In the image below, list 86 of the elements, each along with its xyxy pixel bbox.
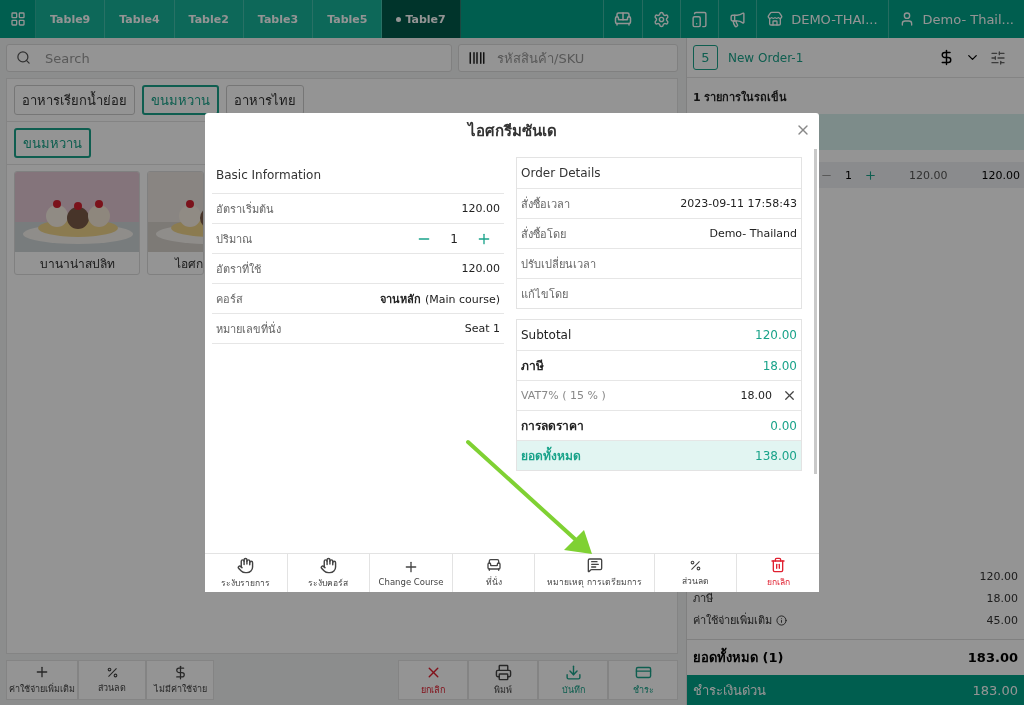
totals-label: ภาษี	[521, 358, 544, 375]
section-title: Order Details	[521, 166, 601, 180]
barcode-icon	[468, 49, 486, 67]
total-label: ยอดทั้งหมด (1)	[693, 647, 784, 668]
field-value: จานหลัก (Main course)	[380, 291, 500, 308]
category-chip[interactable]: อาหารไทย	[226, 85, 304, 115]
totals-value: 18.00	[740, 389, 772, 402]
action-button[interactable]: ชำระ	[608, 660, 678, 700]
field-value: 120.00	[461, 262, 500, 275]
order-count: 5	[693, 45, 718, 70]
summary-value: 120.00	[979, 569, 1018, 583]
category-chip[interactable]: อาหารเรียกน้ำย่อย	[14, 85, 135, 115]
totals-label: VAT7% ( 15 % )	[521, 389, 606, 402]
field-label: สั่งซื้อเวลา	[521, 195, 570, 213]
download-icon	[564, 663, 582, 681]
store-name[interactable]: DEMO-THAI...	[791, 11, 878, 27]
category-chip[interactable]: ขนมหวาน	[142, 85, 219, 115]
item-total: 120.00	[981, 168, 1020, 182]
dialog-title: ไอศกรีมซันเด	[467, 120, 557, 142]
hand-icon	[237, 556, 255, 574]
user-name[interactable]: Demo- Thail...	[922, 11, 1014, 27]
field-label: อัตราที่ใช้	[216, 260, 261, 278]
field-label: อัตราเริ่มต้น	[216, 200, 274, 218]
printer-icon	[494, 663, 512, 681]
field-value: 120.00	[461, 202, 500, 215]
action-button[interactable]: บันทึก	[538, 660, 608, 700]
field-label: แก้ไขโดย	[521, 286, 568, 303]
totals-value: 18.00	[762, 358, 797, 373]
sku-field[interactable]: รหัสสินค้า/SKU	[458, 44, 678, 72]
product-name: บานาน่าสปลิท	[38, 255, 116, 273]
remove-icon[interactable]	[782, 388, 797, 403]
product-name: ไอศก	[173, 255, 203, 273]
field-value: 2023-09-11 17:58:43	[680, 197, 797, 210]
trash-icon	[770, 557, 787, 573]
search-icon	[16, 50, 31, 65]
percent-icon	[105, 665, 119, 679]
item-quantity: 1	[845, 168, 852, 182]
totals-value: 120.00	[755, 328, 797, 342]
plus-icon[interactable]	[864, 168, 877, 182]
message-icon	[586, 557, 603, 573]
total-value: 183.00	[967, 650, 1018, 665]
megaphone-icon[interactable]	[729, 10, 747, 28]
field-label: คอร์ส	[216, 291, 243, 308]
quantity-value: 1	[450, 231, 458, 246]
summary-label: ค่าใช้จ่ายเพิ่มเติม	[693, 611, 772, 629]
action-button[interactable]: ค่าใช้จ่ายเพิ่มเติม	[6, 660, 78, 700]
info-icon[interactable]	[776, 614, 787, 626]
section-title: Basic Information	[216, 168, 322, 182]
field-label: หมายเลขที่นั่ง	[216, 320, 281, 338]
field-value: Demo- Thailand	[709, 227, 797, 240]
item-price: 120.00	[909, 168, 948, 182]
action-button[interactable]: ไม่มีค่าใช้จ่าย	[146, 660, 214, 700]
field-label: ปรับเปลี่ยนเวลา	[521, 255, 596, 273]
action-button[interactable]: ส่วนลด	[78, 660, 146, 700]
summary-value: 45.00	[986, 613, 1018, 627]
chair-icon	[485, 557, 502, 573]
product-card[interactable]: บานาน่าสปลิท	[14, 171, 140, 275]
device-icon[interactable]	[691, 10, 709, 28]
totals-value: 0.00	[770, 418, 797, 433]
product-card[interactable]: ไอศก	[147, 171, 204, 275]
summary-label: ภาษี	[693, 591, 713, 607]
settings-icon[interactable]	[653, 10, 671, 28]
plus-icon	[403, 559, 419, 575]
cart-count: 1 รายการในรถเข็น	[692, 89, 789, 106]
order-name[interactable]: New Order-1	[728, 50, 804, 65]
totals-label: Subtotal	[521, 328, 572, 342]
totals-value: 138.00	[755, 448, 797, 463]
filter-icon[interactable]	[990, 49, 1006, 66]
store-icon	[767, 11, 784, 27]
subcategory-chip[interactable]: ขนมหวาน	[14, 128, 91, 158]
field-label: ปริมาณ	[216, 231, 252, 248]
search-field[interactable]: Search	[6, 44, 452, 72]
action-button[interactable]: ยกเลิก	[398, 660, 468, 700]
field-value: Seat 1	[464, 322, 500, 335]
totals-label: การลดราคา	[521, 418, 584, 435]
action-button[interactable]: พิมพ์	[468, 660, 538, 700]
grid-icon[interactable]	[9, 11, 26, 27]
hand-icon	[319, 556, 337, 574]
quick-pay-button[interactable]: ชำระเงินด่วน 183.00	[687, 675, 1024, 705]
summary-value: 18.00	[986, 591, 1018, 605]
plus-icon	[34, 664, 50, 680]
percent-icon	[689, 558, 703, 572]
table-tab[interactable]: Table7	[382, 0, 461, 38]
field-label: สั่งซื้อโดย	[521, 225, 566, 243]
totals-label: ยอดทั้งหมด	[521, 446, 581, 465]
dialog-action-button[interactable]: ระงับรายการ	[205, 554, 288, 592]
